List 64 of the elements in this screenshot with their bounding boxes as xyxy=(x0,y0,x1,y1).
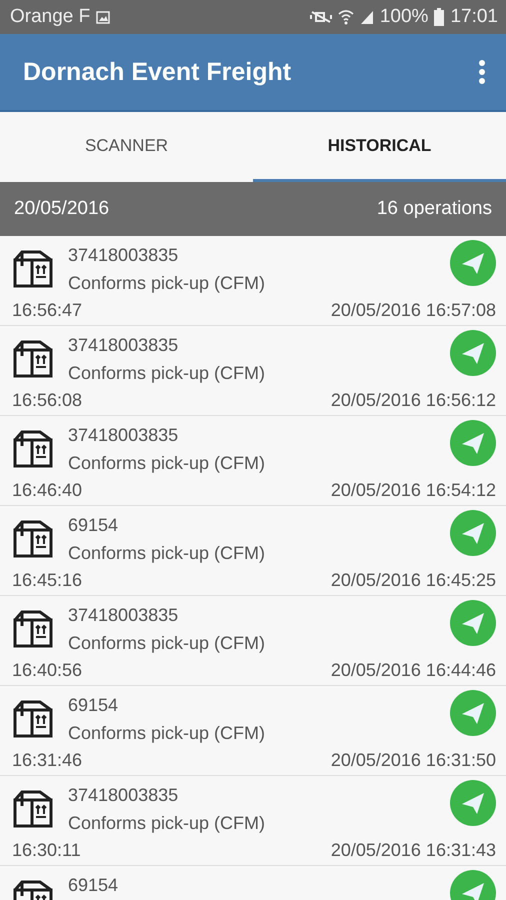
sent-timestamp: 20/05/2016 16:31:43 xyxy=(330,839,496,862)
operation-description: Conforms pick-up (CFM) xyxy=(68,632,266,655)
sent-timestamp: 20/05/2016 16:57:08 xyxy=(330,299,496,322)
battery-percent: 100% xyxy=(380,6,428,28)
operation-row[interactable]: 69154 xyxy=(0,866,506,900)
mute-icon xyxy=(310,9,332,25)
operation-row[interactable]: 37418003835 Conforms pick-up (CFM) 16:40:56 20/05/2016 16:44:46 xyxy=(0,596,506,686)
clock: 17:01 xyxy=(450,6,498,28)
send-icon[interactable] xyxy=(450,600,496,646)
wifi-icon xyxy=(338,9,354,25)
operation-row[interactable]: 37418003835 Conforms pick-up (CFM) 16:46:40 20/05/2016 16:54:12 xyxy=(0,416,506,506)
more-menu-icon[interactable] xyxy=(478,60,486,84)
operation-row[interactable]: 37418003835 Conforms pick-up (CFM) 16:56:47 20/05/2016 16:57:08 xyxy=(0,236,506,326)
image-icon xyxy=(96,10,110,24)
scan-time: 16:45:16 xyxy=(12,569,82,592)
operation-row[interactable]: 37418003835 Conforms pick-up (CFM) 16:30:11 20/05/2016 16:31:43 xyxy=(0,776,506,866)
carrier-name: Orange F xyxy=(10,6,90,28)
operation-description: Conforms pick-up (CFM) xyxy=(68,812,266,835)
header-date: 20/05/2016 xyxy=(14,198,110,220)
operation-code: 37418003835 xyxy=(68,244,180,267)
operation-row[interactable]: 37418003835 Conforms pick-up (CFM) 16:56:08 20/05/2016 16:56:12 xyxy=(0,326,506,416)
operation-description: Conforms pick-up (CFM) xyxy=(68,542,266,565)
send-icon[interactable] xyxy=(450,690,496,736)
scan-time: 16:40:56 xyxy=(12,659,82,682)
app-title: Dornach Event Freight xyxy=(23,58,292,86)
operation-description: Conforms pick-up (CFM) xyxy=(68,272,266,295)
operation-description: Conforms pick-up (CFM) xyxy=(68,722,266,745)
tab[interactable]: SCANNER xyxy=(0,112,253,182)
operation-description: Conforms pick-up (CFM) xyxy=(68,362,266,385)
box-icon xyxy=(12,340,54,378)
box-icon xyxy=(12,520,54,558)
operation-code: 69154 xyxy=(68,874,120,897)
operation-description: Conforms pick-up (CFM) xyxy=(68,452,266,475)
box-icon xyxy=(12,250,54,288)
operation-code: 69154 xyxy=(68,694,120,717)
sent-timestamp: 20/05/2016 16:56:12 xyxy=(330,389,496,412)
send-icon[interactable] xyxy=(450,510,496,556)
sent-timestamp: 20/05/2016 16:45:25 xyxy=(330,569,496,592)
box-icon xyxy=(12,430,54,468)
operation-code: 37418003835 xyxy=(68,604,180,627)
send-icon[interactable] xyxy=(450,420,496,466)
signal-icon xyxy=(360,9,374,25)
sent-timestamp: 20/05/2016 16:31:50 xyxy=(330,749,496,772)
send-icon[interactable] xyxy=(450,330,496,376)
operation-code: 37418003835 xyxy=(68,334,180,357)
scan-time: 16:56:08 xyxy=(12,389,82,412)
sent-timestamp: 20/05/2016 16:44:46 xyxy=(330,659,496,682)
send-icon[interactable] xyxy=(450,780,496,826)
operation-code: 69154 xyxy=(68,514,120,537)
scan-time: 16:31:46 xyxy=(12,749,82,772)
box-icon xyxy=(12,700,54,738)
operation-count: 16 operations xyxy=(376,198,492,220)
scan-time: 16:56:47 xyxy=(12,299,82,322)
scan-time: 16:46:40 xyxy=(12,479,82,502)
send-icon[interactable] xyxy=(450,240,496,286)
operation-row[interactable]: 69154 Conforms pick-up (CFM) 16:45:16 20/05/2016 16:45:25 xyxy=(0,506,506,596)
sent-timestamp: 20/05/2016 16:54:12 xyxy=(330,479,496,502)
operation-code: 37418003835 xyxy=(68,784,180,807)
box-icon xyxy=(12,610,54,648)
operation-row[interactable]: 69154 Conforms pick-up (CFM) 16:31:46 20/05/2016 16:31:50 xyxy=(0,686,506,776)
box-icon xyxy=(12,790,54,828)
operation-code: 37418003835 xyxy=(68,424,180,447)
scan-time: 16:30:11 xyxy=(12,839,81,862)
battery-icon xyxy=(434,8,444,26)
